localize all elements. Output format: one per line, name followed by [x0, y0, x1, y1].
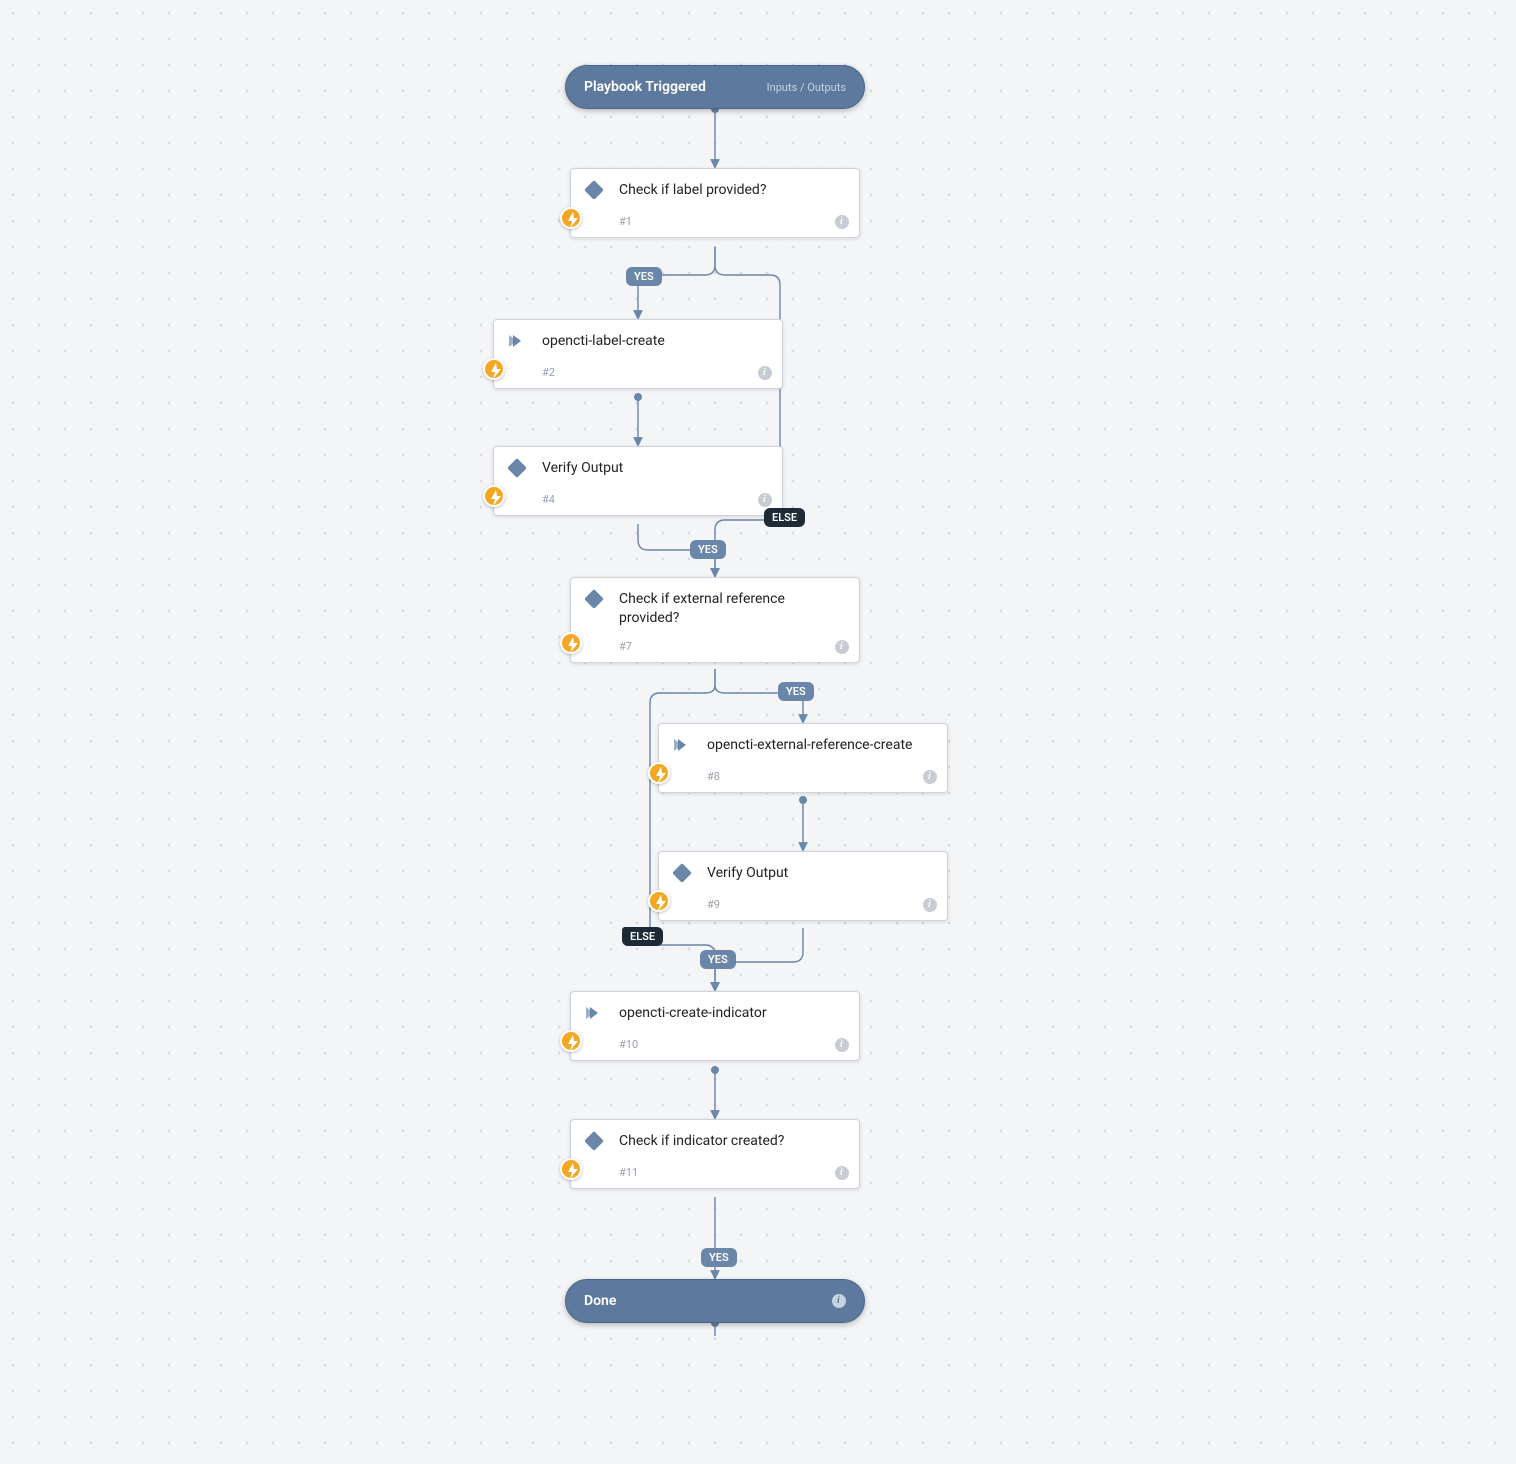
task-title: Check if label provided?: [613, 181, 845, 200]
task-title: Verify Output: [536, 459, 768, 478]
trigger-badge-icon: [560, 207, 582, 229]
start-node[interactable]: Playbook Triggered Inputs / Outputs: [565, 65, 865, 109]
condition-icon: [585, 1132, 603, 1150]
task-title: Verify Output: [701, 864, 933, 883]
condition-icon: [585, 181, 603, 199]
task-number: #9: [707, 898, 720, 911]
trigger-badge-icon: [648, 762, 670, 784]
task-title: opencti-external-reference-create: [701, 736, 933, 755]
task-number: #8: [707, 770, 720, 783]
action-icon: [585, 1004, 603, 1022]
edge-label-yes: YES: [690, 540, 726, 559]
info-icon[interactable]: [758, 493, 772, 507]
info-icon[interactable]: [835, 1038, 849, 1052]
trigger-badge-icon: [648, 890, 670, 912]
task-10-create-indicator[interactable]: opencti-create-indicator #10: [570, 991, 860, 1061]
condition-icon: [508, 459, 526, 477]
trigger-badge-icon: [560, 1158, 582, 1180]
edge-label-yes: YES: [626, 267, 662, 286]
task-number: #2: [542, 366, 555, 379]
task-title: opencti-create-indicator: [613, 1004, 845, 1023]
action-icon: [508, 332, 526, 350]
edge-label-else: ELSE: [622, 927, 663, 946]
task-8-ext-ref-create[interactable]: opencti-external-reference-create #8: [658, 723, 948, 793]
task-1-check-label[interactable]: Check if label provided? #1: [570, 168, 860, 238]
task-11-check-indicator[interactable]: Check if indicator created? #11: [570, 1119, 860, 1189]
task-number: #11: [619, 1166, 638, 1179]
task-title: opencti-label-create: [536, 332, 768, 351]
start-io-link[interactable]: Inputs / Outputs: [767, 81, 846, 94]
trigger-badge-icon: [483, 485, 505, 507]
condition-icon: [585, 590, 603, 608]
task-number: #1: [619, 215, 632, 228]
info-icon[interactable]: [923, 770, 937, 784]
trigger-badge-icon: [560, 632, 582, 654]
info-icon[interactable]: [835, 1166, 849, 1180]
task-2-label-create[interactable]: opencti-label-create #2: [493, 319, 783, 389]
info-icon[interactable]: [832, 1294, 846, 1308]
condition-icon: [673, 864, 691, 882]
end-node[interactable]: Done: [565, 1279, 865, 1323]
info-icon[interactable]: [758, 366, 772, 380]
trigger-badge-icon: [483, 358, 505, 380]
task-number: #7: [619, 640, 632, 653]
task-number: #4: [542, 493, 555, 506]
edge-label-yes: YES: [778, 682, 814, 701]
task-title: Check if indicator created?: [613, 1132, 845, 1151]
edge-label-yes: YES: [701, 1248, 737, 1267]
task-number: #10: [619, 1038, 638, 1051]
task-4-verify-output[interactable]: Verify Output #4: [493, 446, 783, 516]
end-title: Done: [584, 1293, 616, 1309]
task-7-check-ext-ref[interactable]: Check if external reference provided? #7: [570, 577, 860, 663]
task-9-verify-output[interactable]: Verify Output #9: [658, 851, 948, 921]
info-icon[interactable]: [923, 898, 937, 912]
edge-label-yes: YES: [700, 950, 736, 969]
task-title: Check if external reference provided?: [613, 590, 813, 628]
action-icon: [673, 736, 691, 754]
info-icon[interactable]: [835, 640, 849, 654]
start-title: Playbook Triggered: [584, 79, 706, 95]
edge-label-else: ELSE: [764, 508, 805, 527]
trigger-badge-icon: [560, 1030, 582, 1052]
info-icon[interactable]: [835, 215, 849, 229]
